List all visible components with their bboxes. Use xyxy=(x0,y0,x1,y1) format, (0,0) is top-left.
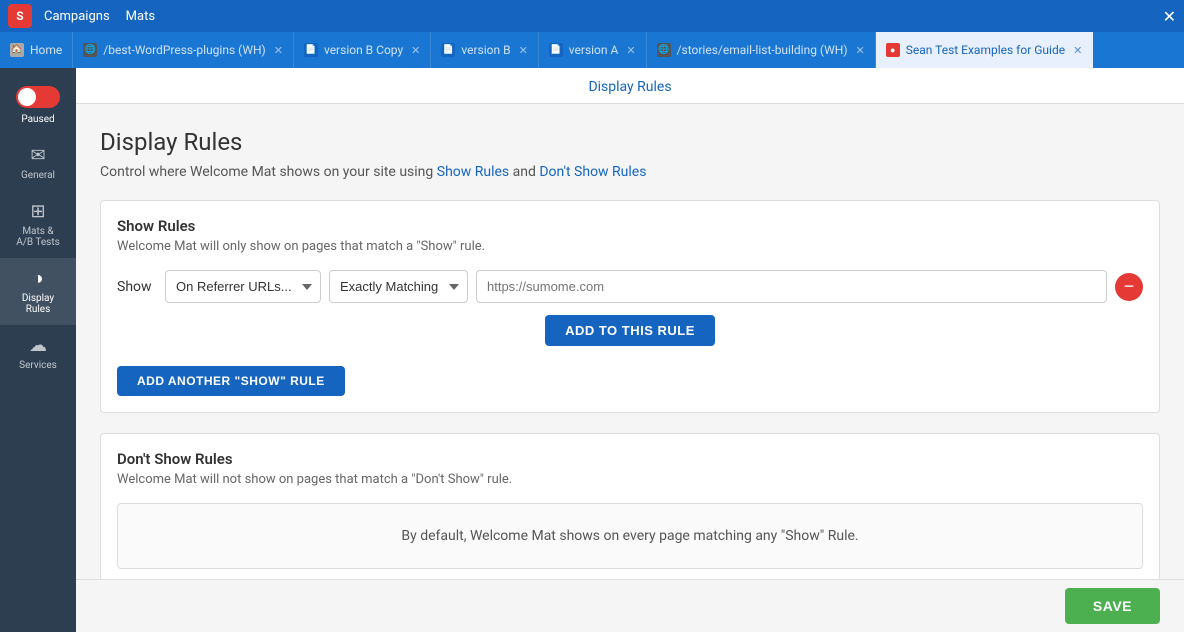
app-logo: S xyxy=(8,4,32,28)
show-rule-row: Show On Referrer URLs... On Page URLs...… xyxy=(117,270,1143,303)
show-rules-subtitle: Welcome Mat will only show on pages that… xyxy=(117,239,1143,254)
sidebar-item-paused[interactable]: Paused xyxy=(0,76,76,135)
dont-show-rules-subtitle: Welcome Mat will not show on pages that … xyxy=(117,472,1143,487)
default-message-box: By default, Welcome Mat shows on every p… xyxy=(117,503,1143,569)
tab-version-a-label: version A xyxy=(569,43,619,57)
show-rules-link[interactable]: Show Rules xyxy=(437,164,509,180)
tab-vb-favicon: 📄 xyxy=(441,43,455,57)
sidebar-item-display-rules[interactable]: ◑ DisplayRules xyxy=(0,258,76,325)
subtitle-mid: and xyxy=(513,164,540,180)
default-message-text: By default, Welcome Mat shows on every p… xyxy=(401,528,858,544)
rule-show-label: Show xyxy=(117,279,157,295)
sub-header-link[interactable]: Display Rules xyxy=(588,79,671,95)
nav-mats[interactable]: Mats xyxy=(126,9,155,24)
dont-show-rules-link[interactable]: Don't Show Rules xyxy=(539,164,646,180)
sidebar-display-rules-label: DisplayRules xyxy=(22,293,54,315)
save-bar: SAVE xyxy=(76,579,1184,632)
tab-stories-favicon: 🌐 xyxy=(657,43,671,57)
tab-sean[interactable]: ● Sean Test Examples for Guide ✕ xyxy=(876,32,1094,68)
tab-home-favicon: 🏠 xyxy=(10,43,24,57)
sidebar-services-label: Services xyxy=(19,360,57,371)
content-area: Display Rules Display Rules Control wher… xyxy=(76,68,1184,632)
tab-va-close[interactable]: ✕ xyxy=(626,44,635,57)
tab-vb-close[interactable]: ✕ xyxy=(519,44,528,57)
general-icon: ✉ xyxy=(30,145,45,166)
tab-vbc-close[interactable]: ✕ xyxy=(411,44,420,57)
subtitle-prefix: Control where Welcome Mat shows on your … xyxy=(100,164,437,180)
title-nav: Campaigns Mats xyxy=(44,9,155,24)
show-rules-title: Show Rules xyxy=(117,217,1143,235)
tab-va-favicon: 📄 xyxy=(549,43,563,57)
tab-sean-label: Sean Test Examples for Guide xyxy=(906,43,1065,57)
save-button[interactable]: SAVE xyxy=(1065,588,1160,624)
url-input[interactable] xyxy=(476,270,1107,303)
nav-campaigns[interactable]: Campaigns xyxy=(44,9,110,24)
tab-stories-label: /stories/email-list-building (WH) xyxy=(677,43,848,57)
sidebar-item-services[interactable]: ☁ Services xyxy=(0,325,76,381)
tab-vbc-favicon: 📄 xyxy=(304,43,318,57)
services-icon: ☁ xyxy=(29,335,47,356)
tab-sean-favicon: ● xyxy=(886,43,900,57)
tabs-bar: 🏠 Home 🌐 /best-WordPress-plugins (WH) ✕ … xyxy=(0,32,1184,68)
sidebar-mats-label: Mats &A/B Tests xyxy=(16,226,60,248)
tab-sean-close[interactable]: ✕ xyxy=(1073,44,1082,57)
tab-best-wp-close[interactable]: ✕ xyxy=(274,44,283,57)
sidebar-item-general[interactable]: ✉ General xyxy=(0,135,76,191)
matching-type-select[interactable]: Exactly Matching Contains Starts With En… xyxy=(329,270,468,303)
tab-version-b-copy-label: version B Copy xyxy=(324,43,403,57)
add-to-rule-row: ADD TO THIS RULE xyxy=(117,315,1143,346)
tab-home[interactable]: 🏠 Home xyxy=(0,32,73,68)
main-layout: Paused ✉ General ⊞ Mats &A/B Tests ◑ Dis… xyxy=(0,68,1184,632)
sidebar-general-label: General xyxy=(21,170,55,181)
tab-version-b-label: version B xyxy=(461,43,510,57)
title-bar: S Campaigns Mats ✕ xyxy=(0,0,1184,32)
tab-version-b-copy[interactable]: 📄 version B Copy ✕ xyxy=(294,32,431,68)
show-rules-section: Show Rules Welcome Mat will only show on… xyxy=(100,200,1160,413)
page-content: Display Rules Control where Welcome Mat … xyxy=(76,104,1184,579)
sub-header: Display Rules xyxy=(76,68,1184,104)
dont-show-rules-section: Don't Show Rules Welcome Mat will not sh… xyxy=(100,433,1160,579)
tab-home-label: Home xyxy=(30,43,62,57)
referrer-url-select[interactable]: On Referrer URLs... On Page URLs... On A… xyxy=(165,270,321,303)
tab-version-a[interactable]: 📄 version A ✕ xyxy=(539,32,647,68)
page-subtitle: Control where Welcome Mat shows on your … xyxy=(100,164,1160,180)
paused-toggle[interactable] xyxy=(16,86,60,108)
add-to-rule-button[interactable]: ADD TO THIS RULE xyxy=(545,315,715,346)
tab-version-b[interactable]: 📄 version B ✕ xyxy=(431,32,538,68)
tab-best-wp-favicon: 🌐 xyxy=(83,43,97,57)
remove-rule-button[interactable]: − xyxy=(1115,273,1143,301)
tab-stories-close[interactable]: ✕ xyxy=(856,44,865,57)
page-title: Display Rules xyxy=(100,128,1160,156)
add-another-show-rule-button[interactable]: ADD ANOTHER "SHOW" RULE xyxy=(117,366,345,396)
tab-stories[interactable]: 🌐 /stories/email-list-building (WH) ✕ xyxy=(647,32,876,68)
display-rules-icon: ◑ xyxy=(33,268,44,289)
sidebar-item-mats[interactable]: ⊞ Mats &A/B Tests xyxy=(0,191,76,258)
dont-show-rules-title: Don't Show Rules xyxy=(117,450,1143,468)
mats-icon: ⊞ xyxy=(30,201,45,222)
sidebar-paused-label: Paused xyxy=(21,114,54,125)
tab-best-wp[interactable]: 🌐 /best-WordPress-plugins (WH) ✕ xyxy=(73,32,294,68)
window-close-button[interactable]: ✕ xyxy=(1163,7,1176,26)
tab-best-wp-label: /best-WordPress-plugins (WH) xyxy=(103,43,265,57)
sidebar: Paused ✉ General ⊞ Mats &A/B Tests ◑ Dis… xyxy=(0,68,76,632)
